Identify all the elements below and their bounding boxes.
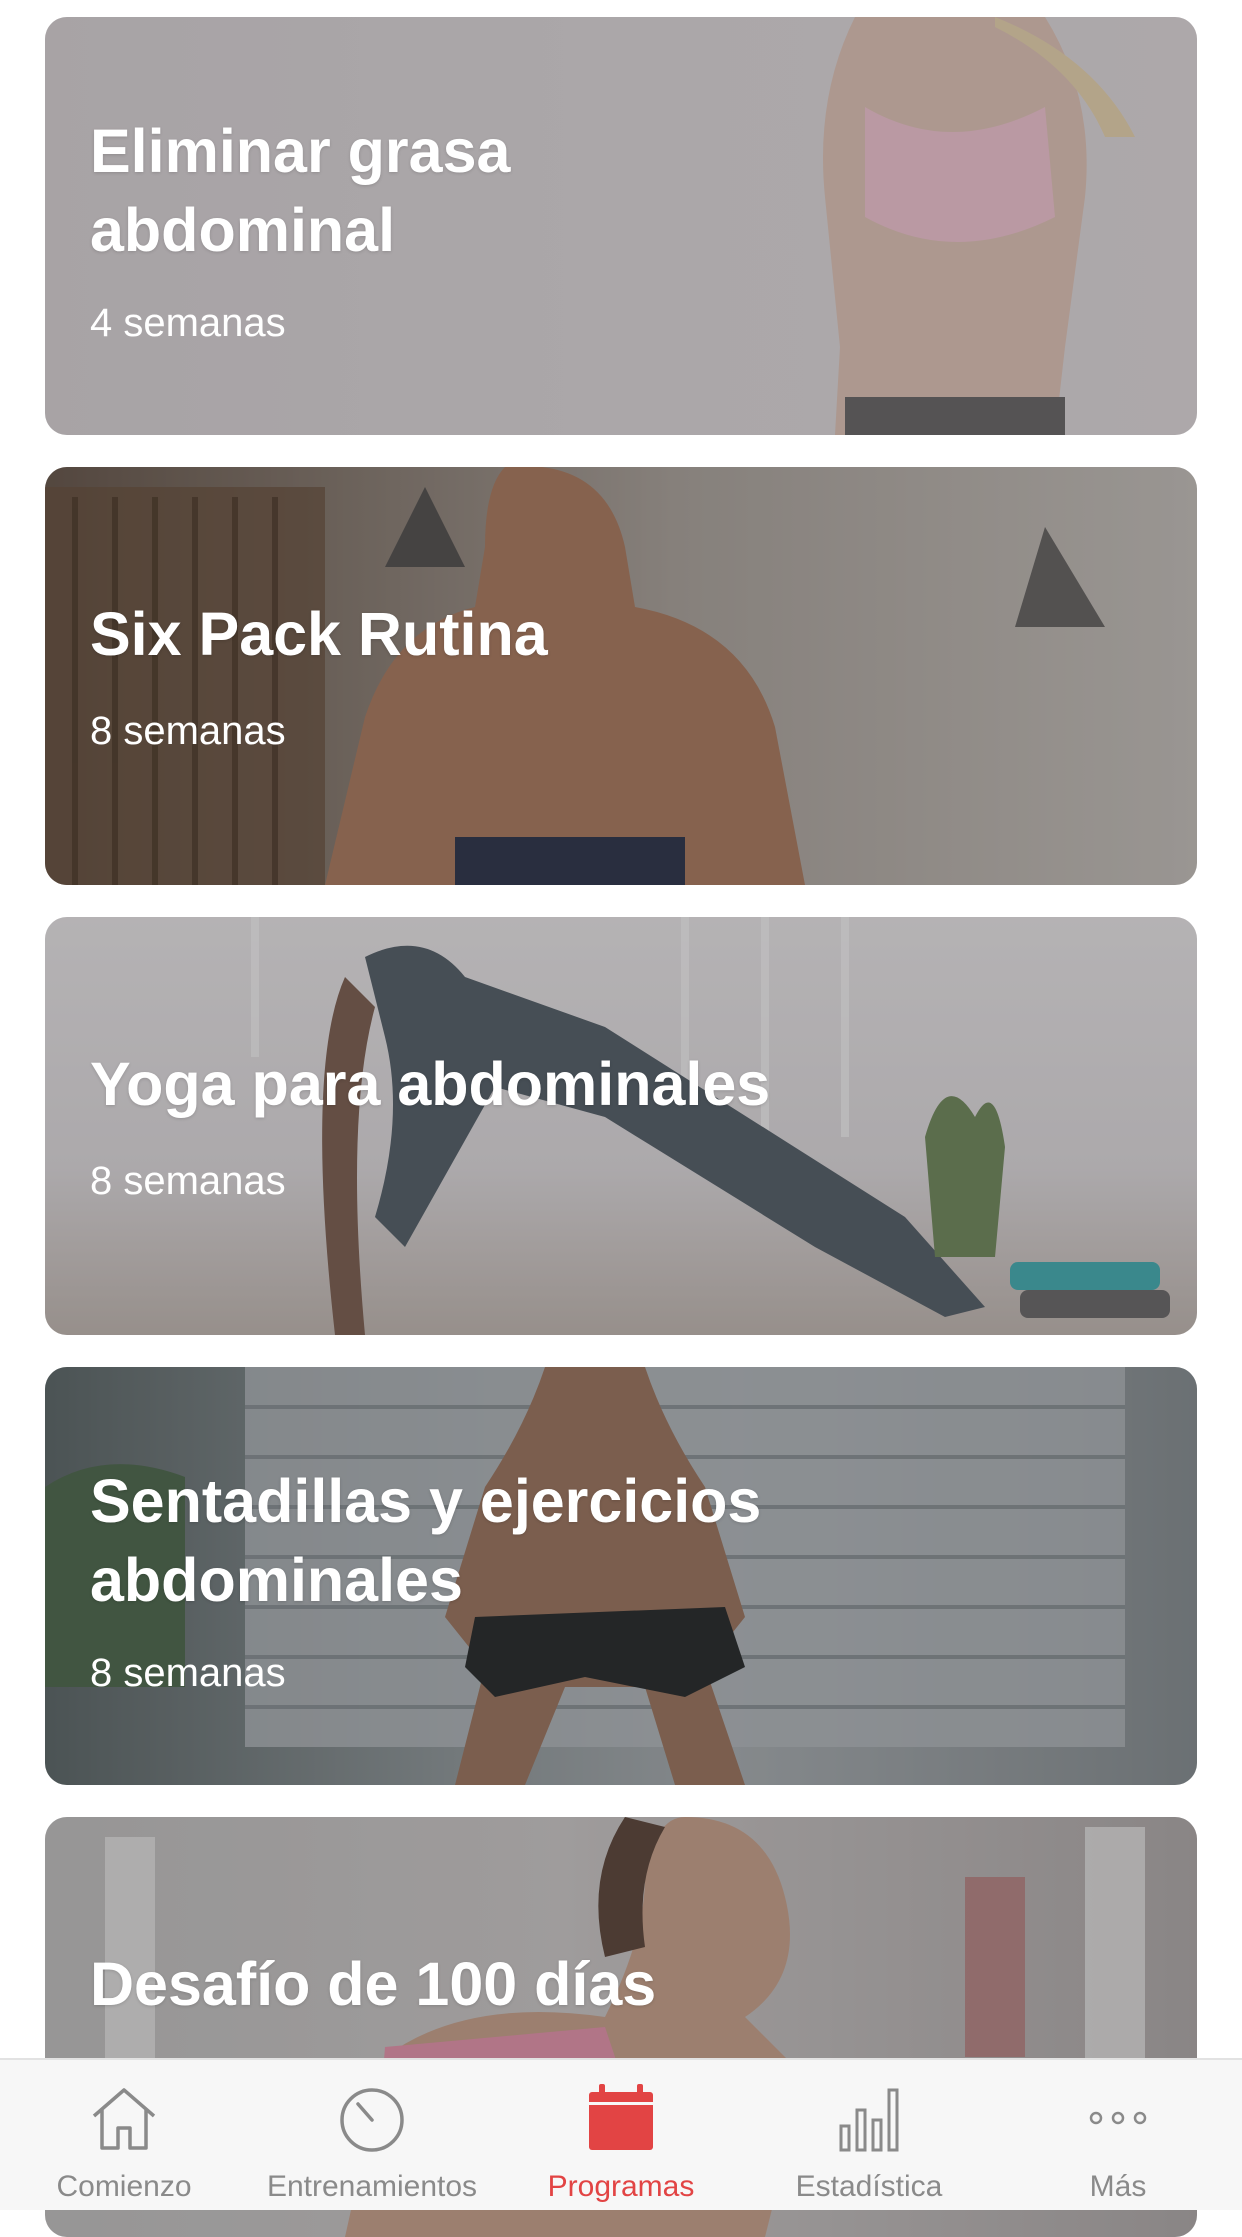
- program-title-line1: Six Pack Rutina: [90, 600, 548, 668]
- tab-programas[interactable]: Programas: [497, 2060, 745, 2210]
- tab-mas[interactable]: Más: [994, 2060, 1242, 2210]
- program-title-line1: Sentadillas y ejercicios: [90, 1467, 762, 1535]
- program-card-sentadillas[interactable]: Sentadillas y ejercicios abdominales 8 s…: [45, 1367, 1197, 1785]
- program-title: Six Pack Rutina: [90, 595, 548, 674]
- calendar-icon: [589, 2084, 653, 2150]
- program-title-line2: abdominales: [90, 1546, 463, 1614]
- tab-label: Más: [1089, 2170, 1147, 2203]
- program-title-line1: Yoga para abdominales: [90, 1050, 771, 1118]
- program-title: Sentadillas y ejercicios abdominales: [90, 1462, 761, 1620]
- tab-label: Comienzo: [56, 2170, 192, 2203]
- tab-entrenamientos[interactable]: Entrenamientos: [248, 2060, 496, 2210]
- program-title: Eliminar grasa abdominal: [90, 112, 510, 270]
- card-overlay: [45, 467, 1197, 885]
- tab-label: Entrenamientos: [266, 2170, 478, 2203]
- program-card-six-pack[interactable]: Six Pack Rutina 8 semanas: [45, 467, 1197, 885]
- program-card-eliminar-grasa[interactable]: Eliminar grasa abdominal 4 semanas: [45, 17, 1197, 435]
- bar-chart-icon: [839, 2088, 899, 2152]
- program-duration: 8 semanas: [90, 1159, 286, 1203]
- card-overlay: [45, 917, 1197, 1335]
- tab-comienzo[interactable]: Comienzo: [0, 2060, 248, 2210]
- home-icon: [92, 2088, 156, 2150]
- program-duration: 8 semanas: [90, 1651, 286, 1695]
- program-duration: 4 semanas: [90, 301, 286, 345]
- tab-label: Estadística: [795, 2170, 943, 2203]
- program-duration: 8 semanas: [90, 709, 286, 753]
- program-title-line1: Desafío de 100 días: [90, 1950, 657, 2018]
- program-title-line2: abdominal: [90, 196, 396, 264]
- program-title: Yoga para abdominales: [90, 1045, 770, 1124]
- program-card-yoga[interactable]: Yoga para abdominales 8 semanas: [45, 917, 1197, 1335]
- tab-estadistica[interactable]: Estadística: [745, 2060, 993, 2210]
- more-dots-icon: [1089, 2111, 1147, 2125]
- stopwatch-icon: [340, 2088, 404, 2152]
- program-title: Desafío de 100 días: [90, 1945, 656, 2024]
- bottom-tab-bar: Comienzo Entrenamientos Programas Estadí…: [0, 2058, 1242, 2210]
- program-title-line1: Eliminar grasa: [90, 117, 511, 185]
- tab-label: Programas: [547, 2170, 695, 2203]
